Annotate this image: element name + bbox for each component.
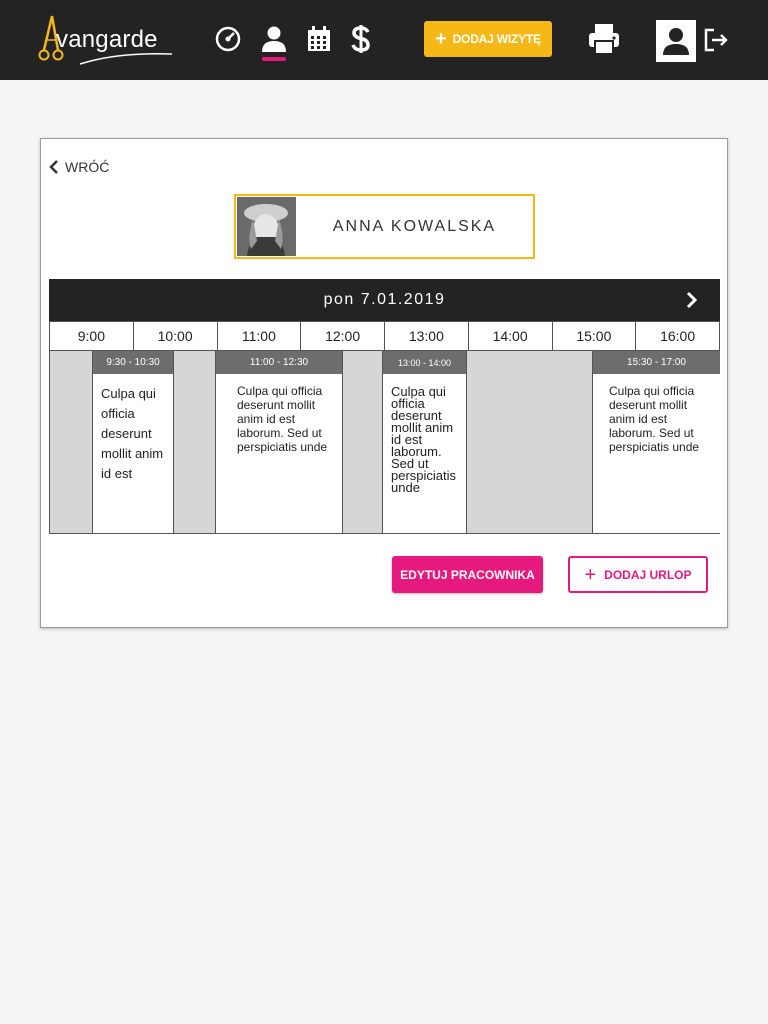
plus-icon: + — [584, 563, 597, 586]
add-leave-button[interactable]: + DODAJ URLOP — [568, 556, 708, 593]
hour-cell: 16:00 — [636, 321, 720, 351]
appointment-description: Culpa qui officia deserunt mollit anim i… — [237, 384, 328, 454]
active-nav-indicator — [262, 57, 286, 61]
finance-icon[interactable] — [346, 24, 376, 54]
schedule-date-bar: pon 7.01.2019 — [49, 279, 720, 321]
back-label: WRÓĆ — [65, 159, 110, 175]
hour-cell: 10:00 — [133, 321, 218, 351]
top-bar: vangarde + DODAJ WIZYTĘ — [0, 0, 768, 80]
plus-icon: + — [435, 28, 447, 50]
hours-row: 9:00 10:00 11:00 12:00 13:00 14:00 15:00… — [49, 321, 720, 351]
edit-employee-label: EDYTUJ PRACOWNIKA — [400, 567, 535, 582]
edit-employee-button[interactable]: EDYTUJ PRACOWNIKA — [392, 556, 543, 593]
appointment-block[interactable]: 13:00 - 14:00 Culpa qui officia deserunt… — [382, 351, 467, 533]
hour-cell: 12:00 — [301, 321, 385, 351]
add-visit-button[interactable]: + DODAJ WIZYTĘ — [424, 21, 552, 57]
back-link[interactable]: WRÓĆ — [49, 159, 109, 175]
appointment-description: Culpa qui officia deserunt mollit anim i… — [609, 384, 700, 454]
hour-cell: 9:00 — [49, 321, 134, 351]
logo-swoosh — [79, 52, 173, 65]
employee-card: WRÓĆ ANNA KOWALSKA pon 7.01.2019 9:00 10… — [40, 138, 728, 628]
appointment-block[interactable]: 15:30 - 17:00 Culpa qui officia deserunt… — [592, 351, 720, 533]
logo[interactable]: vangarde — [38, 14, 178, 65]
add-visit-label: DODAJ WIZYTĘ — [452, 32, 541, 46]
appointment-time: 15:30 - 17:00 — [593, 351, 720, 374]
appointment-block[interactable]: 9:30 - 10:30 Culpa qui officia deserunt … — [92, 351, 174, 533]
chevron-right-icon[interactable] — [682, 290, 702, 310]
print-icon[interactable] — [586, 22, 622, 58]
schedule-timeline: 9:30 - 10:30 Culpa qui officia deserunt … — [49, 351, 720, 534]
appointment-block[interactable]: 11:00 - 12:30 Culpa qui officia deserunt… — [215, 351, 343, 533]
employees-icon[interactable] — [259, 24, 289, 54]
avatar — [237, 197, 296, 256]
appointment-time: 9:30 - 10:30 — [93, 351, 173, 374]
logout-icon[interactable] — [702, 26, 730, 54]
appointment-description: Culpa qui officia deserunt mollit anim i… — [391, 384, 457, 495]
calendar-icon[interactable] — [304, 24, 334, 54]
user-account-button[interactable] — [656, 20, 696, 62]
hour-cell: 14:00 — [468, 321, 553, 351]
hour-cell: 15:00 — [552, 321, 637, 351]
hour-cell: 11:00 — [217, 321, 302, 351]
user-icon — [663, 28, 689, 55]
dashboard-icon[interactable] — [213, 24, 243, 54]
schedule-date: pon 7.01.2019 — [323, 291, 446, 308]
add-leave-label: DODAJ URLOP — [604, 567, 692, 582]
appointment-time: 13:00 - 14:00 — [383, 351, 466, 374]
employee-header: ANNA KOWALSKA — [234, 194, 535, 259]
appointment-description: Culpa qui officia deserunt mollit anim i… — [101, 386, 164, 481]
appointment-time: 11:00 - 12:30 — [216, 351, 342, 374]
employee-name: ANNA KOWALSKA — [332, 217, 497, 235]
chevron-left-icon — [49, 160, 58, 174]
hour-cell: 13:00 — [385, 321, 469, 351]
